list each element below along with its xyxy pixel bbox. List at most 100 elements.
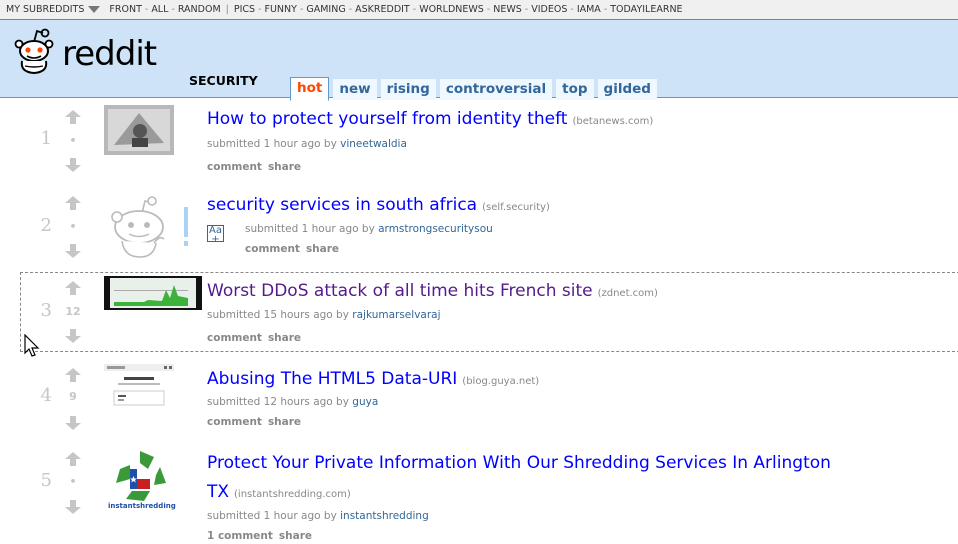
upvote-icon[interactable] [65, 368, 81, 382]
downvote-icon[interactable] [65, 416, 81, 430]
post-title-text[interactable]: How to protect yourself from identity th… [207, 109, 567, 129]
post-buttons: comment share [207, 161, 307, 173]
post-score: • [69, 475, 77, 488]
plus-icon: + [211, 234, 220, 245]
post-author[interactable]: rajkumarselvaraj [352, 309, 440, 321]
comments-link[interactable]: comment [245, 243, 300, 255]
upvote-icon[interactable] [65, 281, 81, 295]
post-title[interactable]: Worst DDoS attack of all time hits Frenc… [207, 281, 658, 301]
comments-link[interactable]: comment [207, 332, 262, 344]
sr-link-iama[interactable]: IAMA [577, 0, 601, 19]
reddit-wordmark[interactable]: reddit [62, 34, 157, 74]
post-author[interactable]: guya [352, 396, 378, 408]
post-score: 12 [65, 305, 81, 318]
mouse-cursor-icon [24, 334, 40, 357]
post-title[interactable]: security services in south africa (self.s… [207, 195, 550, 215]
post-domain[interactable]: (betanews.com) [572, 116, 653, 127]
reddit-alien-logo[interactable] [10, 28, 58, 76]
sr-link-todayilearned[interactable]: TODAYILEARNE [610, 0, 682, 19]
post-thumbnail[interactable] [104, 364, 174, 414]
post-title-text[interactable]: Worst DDoS attack of all time hits Frenc… [207, 281, 593, 301]
tab-hot[interactable]: hot [290, 77, 330, 101]
post-domain[interactable]: (self.security) [482, 202, 550, 213]
downvote-icon[interactable] [65, 244, 81, 258]
share-link[interactable]: share [279, 530, 312, 542]
upvote-icon[interactable] [65, 110, 81, 124]
post-title-line2[interactable]: TX (instantshredding.com) [207, 482, 351, 502]
list-item: 2 • security services in south africa (se… [0, 185, 958, 270]
post-score: • [69, 220, 77, 233]
sr-link-askreddit[interactable]: ASKREDDIT [355, 0, 410, 19]
post-score: 9 [69, 390, 77, 403]
tab-top[interactable]: top [556, 79, 594, 100]
subreddit-bar: MY SUBREDDITS FRONT - ALL - RANDOM | PICS - FUNN… [0, 0, 958, 20]
sr-link-front[interactable]: FRONT [109, 0, 141, 19]
share-link[interactable]: share [268, 161, 301, 173]
upvote-icon[interactable] [65, 452, 81, 466]
post-title-text[interactable]: Abusing The HTML5 Data-URI [207, 369, 457, 389]
post-tagline: submitted 12 hours ago by guya [207, 396, 378, 408]
share-link[interactable]: share [268, 416, 301, 428]
my-subreddits-dropdown[interactable]: MY SUBREDDITS [0, 0, 106, 19]
post-author[interactable]: instantshredding [340, 510, 429, 522]
post-author[interactable]: vineetwaldia [340, 138, 407, 150]
tagline-text: submitted 1 hour ago by [207, 138, 341, 150]
post-buttons: 1 comment share [207, 530, 318, 542]
chevron-down-icon [88, 6, 101, 13]
post-tagline: submitted 1 hour ago by armstrongsecurit… [245, 223, 493, 235]
post-title[interactable]: How to protect yourself from identity th… [207, 109, 653, 129]
comments-link[interactable]: 1 comment [207, 530, 273, 542]
header: reddit SECURITY hot new rising controversia… [0, 20, 958, 101]
post-rank: 3 [40, 300, 52, 321]
post-thumbnail[interactable] [104, 276, 202, 310]
subreddit-name[interactable]: SECURITY [189, 73, 258, 88]
sr-link-videos[interactable]: VIDEOS [531, 0, 567, 19]
post-title[interactable]: Abusing The HTML5 Data-URI (blog.guya.net… [207, 369, 539, 389]
downvote-icon[interactable] [65, 158, 81, 172]
post-thumbnail[interactable] [104, 105, 174, 155]
sr-link-random[interactable]: RANDOM [178, 0, 221, 19]
share-link[interactable]: share [268, 332, 301, 344]
post-rank: 1 [40, 128, 52, 149]
share-link[interactable]: share [306, 243, 339, 255]
post-score: • [69, 134, 77, 147]
list-item: 4 9 Abusing The HTML5 Data-URI (blog.guya… [0, 360, 958, 440]
post-tagline: submitted 15 hours ago by rajkumarselvar… [207, 309, 441, 321]
sr-link-gaming[interactable]: GAMING [306, 0, 345, 19]
tab-gilded[interactable]: gilded [597, 79, 657, 100]
sort-tabs: hot new rising controversial top gilded [290, 71, 661, 101]
tab-rising[interactable]: rising [380, 79, 436, 100]
downvote-icon[interactable] [65, 500, 81, 514]
sr-link-worldnews[interactable]: WORLDNEWS [419, 0, 484, 19]
post-domain[interactable]: (instantshredding.com) [234, 489, 351, 500]
tagline-text: submitted 1 hour ago by [207, 510, 341, 522]
post-title[interactable]: Protect Your Private Information With Ou… [207, 453, 831, 473]
sr-link-funny[interactable]: FUNNY [265, 0, 297, 19]
thumbnail-brand-text: instantshredding [108, 502, 176, 510]
post-title-text[interactable]: security services in south africa [207, 195, 477, 215]
comments-link[interactable]: comment [207, 416, 262, 428]
post-buttons: comment share [207, 416, 307, 428]
list-item: 3 12 Worst DDoS attack of all time hits … [0, 272, 958, 352]
post-title-text-line2[interactable]: TX [207, 482, 229, 502]
tab-controversial[interactable]: controversial [439, 79, 553, 100]
post-author[interactable]: armstrongsecuritysou [378, 223, 493, 235]
sr-link-news[interactable]: NEWS [493, 0, 522, 19]
upvote-icon[interactable] [65, 196, 81, 210]
my-subreddits-label: MY SUBREDDITS [6, 4, 85, 15]
downvote-icon[interactable] [65, 329, 81, 343]
post-tagline: submitted 1 hour ago by instantshredding [207, 510, 429, 522]
post-domain[interactable]: (blog.guya.net) [462, 376, 539, 387]
post-domain[interactable]: (zdnet.com) [598, 288, 658, 299]
comments-link[interactable]: comment [207, 161, 262, 173]
self-post-alien-icon[interactable] [104, 191, 194, 263]
tagline-text: submitted 12 hours ago by [207, 396, 353, 408]
sr-link-pics[interactable]: PICS [234, 0, 255, 19]
expando-text-button[interactable]: Aa + [207, 225, 224, 245]
list-item: 1 • How to protect yourself from identit… [0, 100, 958, 180]
sr-link-all[interactable]: ALL [151, 0, 168, 19]
post-tagline: submitted 1 hour ago by vineetwaldia [207, 138, 407, 150]
post-title-text[interactable]: Protect Your Private Information With Ou… [207, 453, 831, 473]
post-rank: 5 [40, 470, 52, 491]
tab-new[interactable]: new [333, 79, 377, 100]
